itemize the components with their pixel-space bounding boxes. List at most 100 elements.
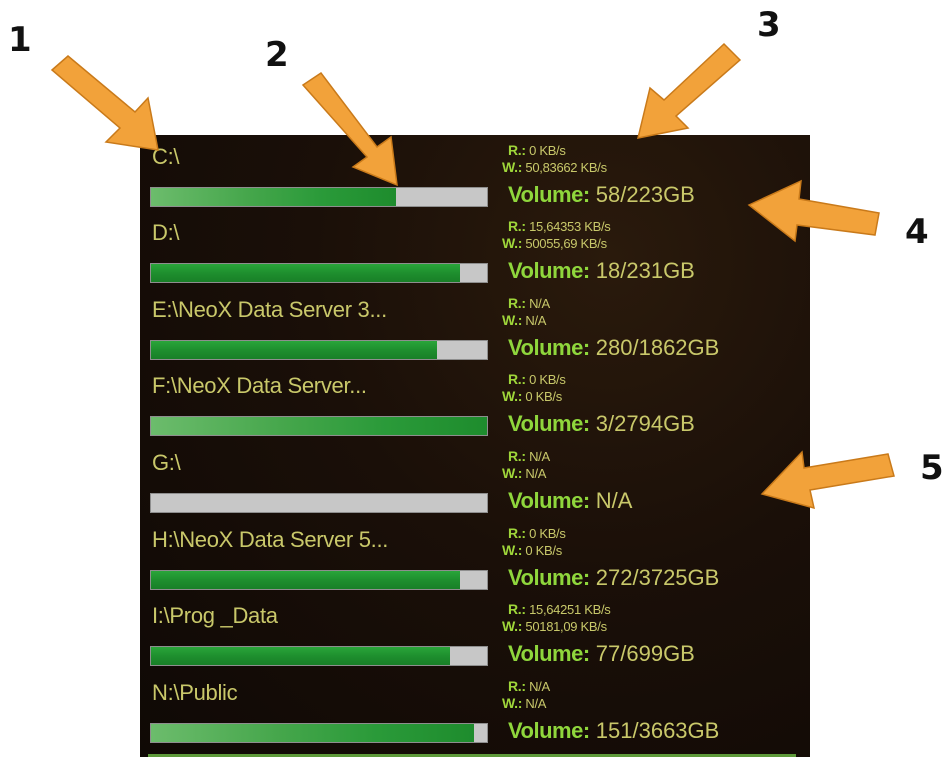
- volume-value: 3/2794GB: [595, 411, 695, 436]
- callout-arrow-3-icon: [636, 42, 742, 139]
- usage-bar: [150, 263, 488, 283]
- callout-arrow-4-icon: [747, 179, 880, 243]
- write-value: N/A: [525, 466, 547, 481]
- read-rate: R.: 0 KB/s: [508, 142, 566, 158]
- read-rate: R.: N/A: [508, 678, 550, 694]
- volume-label: Volume:: [508, 641, 590, 666]
- volume-info: Volume: N/A: [508, 488, 632, 514]
- write-rate: W.: 0 KB/s: [502, 542, 562, 558]
- usage-bar: [150, 340, 488, 360]
- read-rate: R.: N/A: [508, 448, 550, 464]
- volume-label: Volume:: [508, 335, 590, 360]
- read-value: N/A: [529, 449, 550, 464]
- read-value: 15,64353 KB/s: [529, 219, 611, 234]
- write-label: W.:: [502, 465, 523, 481]
- read-value: 0 KB/s: [529, 143, 566, 158]
- write-label: W.:: [502, 388, 523, 404]
- read-rate: R.: N/A: [508, 295, 550, 311]
- volume-value: 58/223GB: [595, 182, 695, 207]
- write-rate: W.: 50181,09 KB/s: [502, 618, 607, 634]
- drive-name: H:\NeoX Data Server 5...: [152, 527, 389, 552]
- read-label: R.:: [508, 448, 526, 464]
- write-label: W.:: [502, 312, 523, 328]
- usage-bar-fill: [151, 188, 397, 206]
- volume-label: Volume:: [508, 488, 590, 513]
- drive-row[interactable]: C:\ R.: 0 KB/s W.: 50,83662 KB/s Volume:…: [140, 139, 810, 216]
- volume-info: Volume: 77/699GB: [508, 641, 695, 667]
- drive-name: I:\Prog _Data: [152, 603, 278, 628]
- usage-bar: [150, 416, 488, 436]
- drive-row[interactable]: E:\NeoX Data Server 3... R.: N/A W.: N/A…: [140, 292, 810, 369]
- write-label: W.:: [502, 542, 523, 558]
- write-rate: W.: 0 KB/s: [502, 388, 562, 404]
- volume-value: 18/231GB: [595, 258, 695, 283]
- usage-bar-fill: [151, 724, 474, 742]
- volume-info: Volume: 280/1862GB: [508, 335, 719, 361]
- usage-bar: [150, 493, 488, 513]
- read-label: R.:: [508, 371, 526, 387]
- write-value: 0 KB/s: [525, 543, 562, 558]
- write-rate: W.: 50055,69 KB/s: [502, 235, 607, 251]
- read-value: 15,64251 KB/s: [529, 602, 611, 617]
- write-value: 50055,69 KB/s: [525, 236, 607, 251]
- callout-number-2: 2: [265, 35, 289, 75]
- drive-name: N:\Public: [152, 680, 238, 705]
- drive-name: F:\NeoX Data Server...: [152, 373, 367, 398]
- drive-row[interactable]: N:\Public R.: N/A W.: N/A Volume: 151/36…: [140, 675, 810, 752]
- read-rate: R.: 0 KB/s: [508, 371, 566, 387]
- usage-bar-fill: [151, 264, 461, 282]
- volume-label: Volume:: [508, 258, 590, 283]
- read-label: R.:: [508, 601, 526, 617]
- write-value: N/A: [525, 696, 547, 711]
- volume-label: Volume:: [508, 411, 590, 436]
- usage-bar-fill: [151, 647, 451, 665]
- read-rate: R.: 15,64251 KB/s: [508, 601, 611, 617]
- callout-arrow-2-icon: [301, 71, 398, 187]
- volume-label: Volume:: [508, 182, 590, 207]
- drive-row[interactable]: G:\ R.: N/A W.: N/A Volume: N/A: [140, 445, 810, 522]
- write-rate: W.: N/A: [502, 465, 546, 481]
- drive-name: G:\: [152, 450, 181, 475]
- usage-bar: [150, 723, 488, 743]
- volume-info: Volume: 18/231GB: [508, 258, 695, 284]
- volume-label: Volume:: [508, 565, 590, 590]
- volume-info: Volume: 3/2794GB: [508, 411, 695, 437]
- read-rate: R.: 0 KB/s: [508, 525, 566, 541]
- read-value: N/A: [529, 679, 550, 694]
- volume-value: 272/3725GB: [595, 565, 720, 590]
- write-label: W.:: [502, 159, 523, 175]
- write-value: 50181,09 KB/s: [525, 619, 607, 634]
- callout-arrow-5-icon: [760, 450, 895, 510]
- callout-number-4: 4: [905, 212, 929, 252]
- write-label: W.:: [502, 235, 523, 251]
- read-label: R.:: [508, 142, 526, 158]
- write-label: W.:: [502, 618, 523, 634]
- volume-info: Volume: 58/223GB: [508, 182, 695, 208]
- callout-arrow-1-icon: [50, 55, 159, 151]
- drive-row[interactable]: F:\NeoX Data Server... R.: 0 KB/s W.: 0 …: [140, 368, 810, 445]
- usage-bar: [150, 187, 488, 207]
- usage-bar: [150, 646, 488, 666]
- callout-number-5: 5: [920, 448, 944, 488]
- usage-bar-fill: [151, 417, 487, 435]
- write-rate: W.: 50,83662 KB/s: [502, 159, 607, 175]
- usage-bar: [150, 570, 488, 590]
- read-label: R.:: [508, 218, 526, 234]
- read-value: 0 KB/s: [529, 372, 566, 387]
- drive-name: D:\: [152, 220, 180, 245]
- drive-row[interactable]: H:\NeoX Data Server 5... R.: 0 KB/s W.: …: [140, 522, 810, 599]
- usage-bar-fill: [151, 341, 437, 359]
- drive-row[interactable]: D:\ R.: 15,64353 KB/s W.: 50055,69 KB/s …: [140, 215, 810, 292]
- read-label: R.:: [508, 295, 526, 311]
- write-value: 0 KB/s: [525, 389, 562, 404]
- callout-number-3: 3: [757, 5, 781, 45]
- drive-monitor-widget: C:\ R.: 0 KB/s W.: 50,83662 KB/s Volume:…: [140, 135, 810, 757]
- read-value: 0 KB/s: [529, 526, 566, 541]
- write-value: N/A: [525, 313, 547, 328]
- drive-row[interactable]: I:\Prog _Data R.: 15,64251 KB/s W.: 5018…: [140, 598, 810, 675]
- volume-value: 151/3663GB: [595, 718, 720, 743]
- write-label: W.:: [502, 695, 523, 711]
- usage-bar-fill: [151, 571, 461, 589]
- volume-value: 77/699GB: [595, 641, 695, 666]
- callout-number-1: 1: [8, 20, 32, 60]
